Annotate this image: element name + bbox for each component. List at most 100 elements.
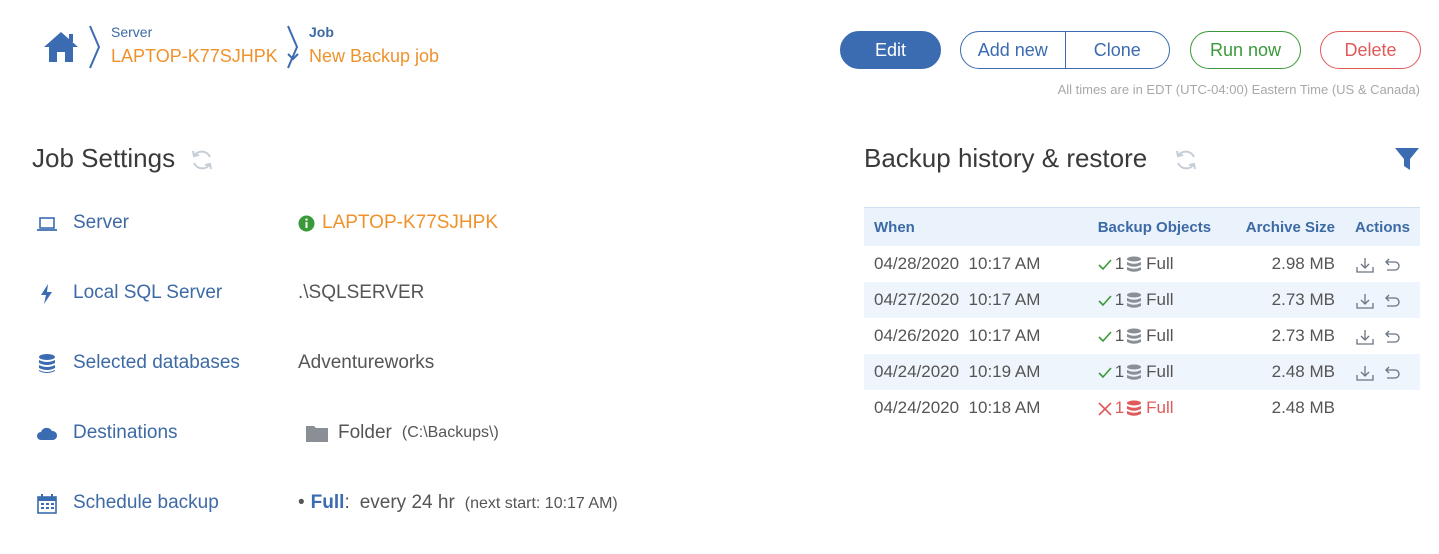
cell-archive-size: 2.48 MB	[1271, 398, 1335, 417]
breadcrumb-server-value: LAPTOP-K77SJHPK	[111, 46, 278, 66]
table-header-row: When Backup Objects Archive Size Actions	[864, 207, 1420, 246]
schedule-next-start: (next start: 10:17 AM)	[464, 495, 618, 512]
server-label: Server	[73, 212, 129, 233]
local-sql-server-value: .\SQLSERVER	[298, 282, 425, 303]
cell-actions	[1345, 390, 1420, 426]
cell-actions	[1344, 282, 1420, 318]
backup-object-count: 1	[1114, 362, 1125, 381]
database-icon	[1127, 256, 1142, 272]
selected-databases-value: Adventureworks	[298, 352, 435, 373]
cloud-icon	[37, 427, 58, 440]
cell-archive-size: 2.73 MB	[1226, 282, 1345, 318]
server-value-link[interactable]: LAPTOP-K77SJHPK	[298, 212, 498, 234]
schedule-colon: :	[344, 492, 350, 513]
cell-actions	[1344, 354, 1420, 390]
database-icon	[39, 354, 55, 373]
add-clone-button-group: Add new Clone	[960, 31, 1170, 69]
destination-path: (C:\Backups\)	[401, 424, 499, 441]
clone-button[interactable]: Clone	[1064, 32, 1170, 68]
info-icon	[298, 215, 315, 231]
table-row[interactable]: 04/27/2020 10:17 AM 1 Full 2.73 MB	[864, 282, 1420, 318]
folder-icon	[306, 426, 328, 442]
breadcrumb-server-dropdown[interactable]: LAPTOP-K77SJHPK	[111, 46, 299, 67]
column-header-archive-size[interactable]: Archive Size	[1226, 207, 1345, 246]
check-icon	[1098, 258, 1112, 270]
database-icon	[1127, 364, 1142, 380]
schedule-frequency: every 24 hr	[359, 492, 455, 513]
table-row[interactable]: 04/26/2020 10:17 AM 1 Full 2.73 MB	[864, 318, 1420, 354]
refresh-icon[interactable]	[1174, 148, 1198, 172]
breadcrumb-separator-icon	[287, 25, 299, 69]
restore-icon[interactable]	[1381, 365, 1401, 381]
cross-icon	[1098, 401, 1112, 416]
backup-object-count: 1	[1114, 290, 1125, 309]
backup-type: Full	[1146, 326, 1174, 345]
column-header-actions: Actions	[1344, 207, 1420, 246]
cell-actions	[1345, 318, 1420, 354]
cell-backup-objects: 1 Full	[1088, 246, 1227, 282]
cell-actions	[1345, 246, 1420, 282]
breadcrumb-separator-icon	[89, 25, 101, 69]
breadcrumb-job-value: New Backup job	[309, 46, 440, 66]
job-settings-title: Job Settings	[32, 143, 176, 173]
cell-backup-objects: 1 Full	[1087, 354, 1227, 390]
cell-archive-size: 2.73 MB	[1271, 326, 1335, 345]
destination-type: Folder	[338, 422, 392, 443]
database-icon	[1127, 292, 1142, 308]
restore-icon[interactable]	[1381, 329, 1401, 345]
cell-archive-size: 2.48 MB	[1226, 354, 1345, 390]
backup-object-count: 1	[1114, 398, 1125, 417]
schedule-backup-label: Schedule backup	[73, 492, 219, 513]
filter-icon[interactable]	[1394, 146, 1420, 172]
check-icon	[1098, 330, 1112, 342]
schedule-type: Full	[310, 492, 345, 513]
download-icon[interactable]	[1355, 293, 1375, 309]
backup-history-table: When Backup Objects Archive Size Actions…	[864, 207, 1420, 426]
table-row[interactable]: 04/24/2020 10:18 AM 1 Full 2.48 MB	[864, 390, 1420, 426]
download-icon[interactable]	[1355, 257, 1375, 273]
add-new-button[interactable]: Add new	[961, 32, 1065, 68]
cell-backup-objects: 1 Full	[1088, 390, 1227, 426]
schedule-value: • Full : every 24 hr (next start: 10:17 …	[298, 492, 618, 514]
column-header-backup-objects[interactable]: Backup Objects	[1087, 207, 1227, 246]
column-header-when[interactable]: When	[864, 207, 1088, 246]
download-icon[interactable]	[1355, 329, 1375, 345]
backup-history-title: Backup history & restore	[864, 143, 1148, 173]
home-icon[interactable]	[42, 30, 80, 64]
check-icon	[1098, 294, 1112, 306]
backup-type: Full	[1146, 398, 1174, 417]
backup-type: Full	[1146, 362, 1174, 381]
cell-when: 04/24/2020 10:19 AM	[864, 354, 1088, 390]
cell-backup-objects: 1 Full	[1088, 318, 1227, 354]
delete-button[interactable]: Delete	[1320, 31, 1421, 69]
destinations-label: Destinations	[73, 422, 178, 443]
table-row[interactable]: 04/24/2020 10:19 AM 1 Full 2.48 MB	[864, 354, 1420, 390]
timezone-note: All times are in EDT (UTC-04:00) Eastern…	[1057, 82, 1420, 97]
edit-button[interactable]: Edit	[840, 31, 941, 69]
cell-when: 04/24/2020 10:18 AM	[874, 398, 1041, 417]
table-row[interactable]: 04/28/2020 10:17 AM 1 Full 2.98 MB	[864, 246, 1420, 282]
backup-object-count: 1	[1114, 326, 1125, 345]
bolt-icon	[41, 284, 52, 304]
breadcrumb-job-label: Job	[309, 24, 334, 40]
breadcrumb-server-label: Server	[111, 24, 153, 40]
restore-icon[interactable]	[1381, 293, 1401, 309]
run-now-button[interactable]: Run now	[1190, 31, 1301, 69]
cell-when: 04/28/2020 10:17 AM	[874, 254, 1041, 273]
download-icon[interactable]	[1355, 365, 1375, 381]
cell-when: 04/27/2020 10:17 AM	[864, 282, 1088, 318]
backup-type: Full	[1146, 254, 1174, 273]
local-sql-server-label: Local SQL Server	[73, 282, 223, 303]
check-icon	[1098, 366, 1112, 378]
selected-databases-label: Selected databases	[73, 352, 240, 373]
calendar-icon	[37, 494, 57, 514]
refresh-icon[interactable]	[190, 148, 214, 172]
backup-type: Full	[1146, 290, 1174, 309]
server-value: LAPTOP-K77SJHPK	[322, 212, 499, 233]
database-icon	[1127, 400, 1142, 416]
destination-value: Folder (C:\Backups\)	[305, 422, 499, 444]
restore-icon[interactable]	[1381, 257, 1401, 273]
cell-when: 04/26/2020 10:17 AM	[874, 326, 1041, 345]
cell-archive-size: 2.98 MB	[1271, 254, 1335, 273]
database-icon	[1127, 328, 1142, 344]
